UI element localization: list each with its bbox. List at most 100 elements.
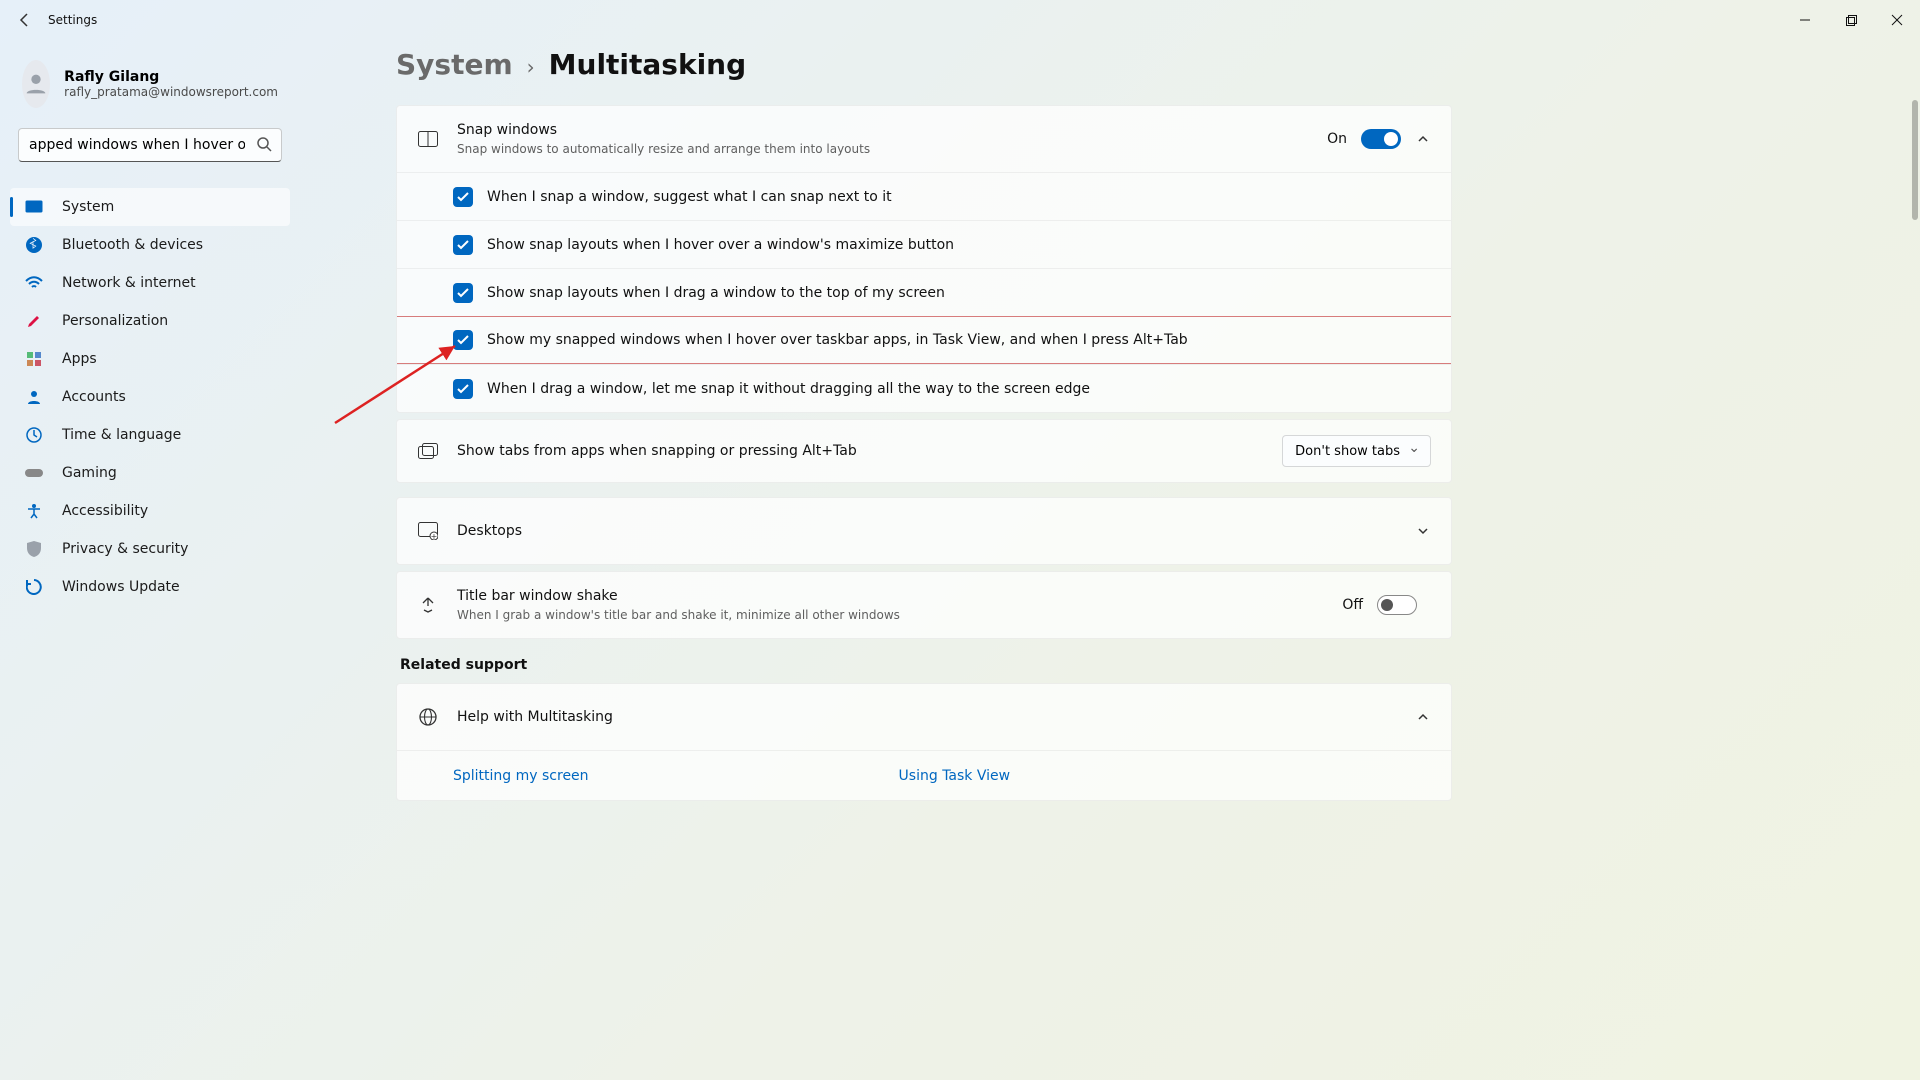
search-box[interactable] <box>18 128 282 162</box>
nav-item-accounts[interactable]: Accounts <box>10 378 290 416</box>
show-tabs-dropdown[interactable]: Don't show tabs <box>1282 435 1431 467</box>
snap-state-label: On <box>1327 131 1347 147</box>
wifi-icon <box>24 273 44 293</box>
help-link-splitting[interactable]: Splitting my screen <box>453 768 589 784</box>
show-tabs-label: Show tabs from apps when snapping or pre… <box>457 443 1282 459</box>
nav-item-personalization[interactable]: Personalization <box>10 302 290 340</box>
window-controls <box>1782 0 1920 40</box>
nav-label: Bluetooth & devices <box>62 237 203 253</box>
snap-windows-card: Snap windows Snap windows to automatical… <box>396 105 1452 413</box>
checkbox[interactable] <box>453 283 473 303</box>
shake-subtitle: When I grab a window's title bar and sha… <box>457 608 1342 622</box>
help-links: Splitting my screen Using Task View <box>397 750 1451 800</box>
gaming-icon <box>24 463 44 483</box>
page-title: Multitasking <box>549 48 747 81</box>
breadcrumb-parent[interactable]: System <box>396 48 513 81</box>
update-icon <box>24 577 44 597</box>
snap-option-label: When I snap a window, suggest what I can… <box>487 189 892 205</box>
desktops-title: Desktops <box>457 523 1415 539</box>
titlebar: Settings <box>0 0 1920 40</box>
snap-option-row[interactable]: When I snap a window, suggest what I can… <box>397 172 1451 220</box>
back-button[interactable] <box>14 12 36 28</box>
desktops-row[interactable]: + Desktops <box>397 498 1451 564</box>
shake-state-label: Off <box>1342 597 1363 613</box>
snap-option-label: When I drag a window, let me snap it wit… <box>487 381 1090 397</box>
chevron-right-icon: › <box>527 55 535 79</box>
main-content: System › Multitasking Snap windows Snap … <box>396 48 1920 1080</box>
maximize-button[interactable] <box>1828 0 1874 40</box>
shake-card: Title bar window shake When I grab a win… <box>396 571 1452 639</box>
nav-label: System <box>62 199 114 215</box>
nav-label: Network & internet <box>62 275 196 291</box>
nav-item-apps[interactable]: Apps <box>10 340 290 378</box>
nav-item-update[interactable]: Windows Update <box>10 568 290 606</box>
snap-windows-header[interactable]: Snap windows Snap windows to automatical… <box>397 106 1451 172</box>
snap-option-label: Show snap layouts when I hover over a wi… <box>487 237 954 253</box>
checkbox[interactable] <box>453 187 473 207</box>
nav-label: Personalization <box>62 313 168 329</box>
person-icon <box>24 387 44 407</box>
brush-icon <box>24 311 44 331</box>
svg-text:+: + <box>431 532 438 540</box>
snap-option-row[interactable]: Show snap layouts when I hover over a wi… <box>397 220 1451 268</box>
shake-toggle[interactable] <box>1377 595 1417 615</box>
chevron-down-icon[interactable] <box>1415 523 1431 539</box>
snap-subtitle: Snap windows to automatically resize and… <box>457 142 1327 156</box>
shake-row[interactable]: Title bar window shake When I grab a win… <box>397 572 1451 638</box>
nav-label: Time & language <box>62 427 181 443</box>
show-tabs-row: Show tabs from apps when snapping or pre… <box>397 420 1451 482</box>
system-icon <box>24 197 44 217</box>
nav-label: Apps <box>62 351 97 367</box>
scrollbar[interactable] <box>1912 100 1918 220</box>
checkbox[interactable] <box>453 330 473 350</box>
globe-icon <box>417 706 439 728</box>
avatar <box>22 60 50 108</box>
chevron-up-icon[interactable] <box>1415 709 1431 725</box>
show-tabs-card: Show tabs from apps when snapping or pre… <box>396 419 1452 483</box>
help-card: Help with Multitasking Splitting my scre… <box>396 683 1452 801</box>
bluetooth-icon <box>24 235 44 255</box>
nav-item-time[interactable]: Time & language <box>10 416 290 454</box>
show-tabs-value: Don't show tabs <box>1295 444 1400 459</box>
nav-label: Gaming <box>62 465 117 481</box>
snap-option-row[interactable]: When I drag a window, let me snap it wit… <box>397 364 1451 412</box>
search-icon[interactable] <box>256 136 272 156</box>
help-link-taskview[interactable]: Using Task View <box>899 768 1011 784</box>
nav-item-privacy[interactable]: Privacy & security <box>10 530 290 568</box>
snap-title: Snap windows <box>457 122 1327 138</box>
close-button[interactable] <box>1874 0 1920 40</box>
nav-item-gaming[interactable]: Gaming <box>10 454 290 492</box>
search-input[interactable] <box>18 128 282 162</box>
checkbox[interactable] <box>453 379 473 399</box>
window-title: Settings <box>48 13 97 27</box>
user-email: rafly_pratama@windowsreport.com <box>64 85 278 99</box>
snap-option-row[interactable]: Show snap layouts when I drag a window t… <box>397 268 1451 316</box>
shake-icon <box>417 594 439 616</box>
desktops-icon: + <box>417 520 439 542</box>
help-row[interactable]: Help with Multitasking <box>397 684 1451 750</box>
nav-item-network[interactable]: Network & internet <box>10 264 290 302</box>
user-block[interactable]: Rafly Gilang rafly_pratama@windowsreport… <box>0 54 300 128</box>
nav-item-bluetooth[interactable]: Bluetooth & devices <box>10 226 290 264</box>
nav-label: Accessibility <box>62 503 148 519</box>
chevron-up-icon[interactable] <box>1415 131 1431 147</box>
nav-label: Privacy & security <box>62 541 188 557</box>
desktops-card[interactable]: + Desktops <box>396 497 1452 565</box>
help-title: Help with Multitasking <box>457 709 1415 725</box>
nav-list: System Bluetooth & devices Network & int… <box>0 182 300 612</box>
sidebar: Rafly Gilang rafly_pratama@windowsreport… <box>0 40 300 612</box>
nav-item-accessibility[interactable]: Accessibility <box>10 492 290 530</box>
breadcrumb: System › Multitasking <box>396 48 1452 81</box>
snap-toggle[interactable] <box>1361 129 1401 149</box>
minimize-button[interactable] <box>1782 0 1828 40</box>
snap-option-label: Show snap layouts when I drag a window t… <box>487 285 945 301</box>
checkbox[interactable] <box>453 235 473 255</box>
nav-label: Windows Update <box>62 579 180 595</box>
snap-option-row-highlighted[interactable]: Show my snapped windows when I hover ove… <box>397 316 1451 364</box>
nav-label: Accounts <box>62 389 126 405</box>
nav-item-system[interactable]: System <box>10 188 290 226</box>
user-name: Rafly Gilang <box>64 69 278 85</box>
shake-title: Title bar window shake <box>457 588 1342 604</box>
shield-icon <box>24 539 44 559</box>
snap-windows-icon <box>417 128 439 150</box>
